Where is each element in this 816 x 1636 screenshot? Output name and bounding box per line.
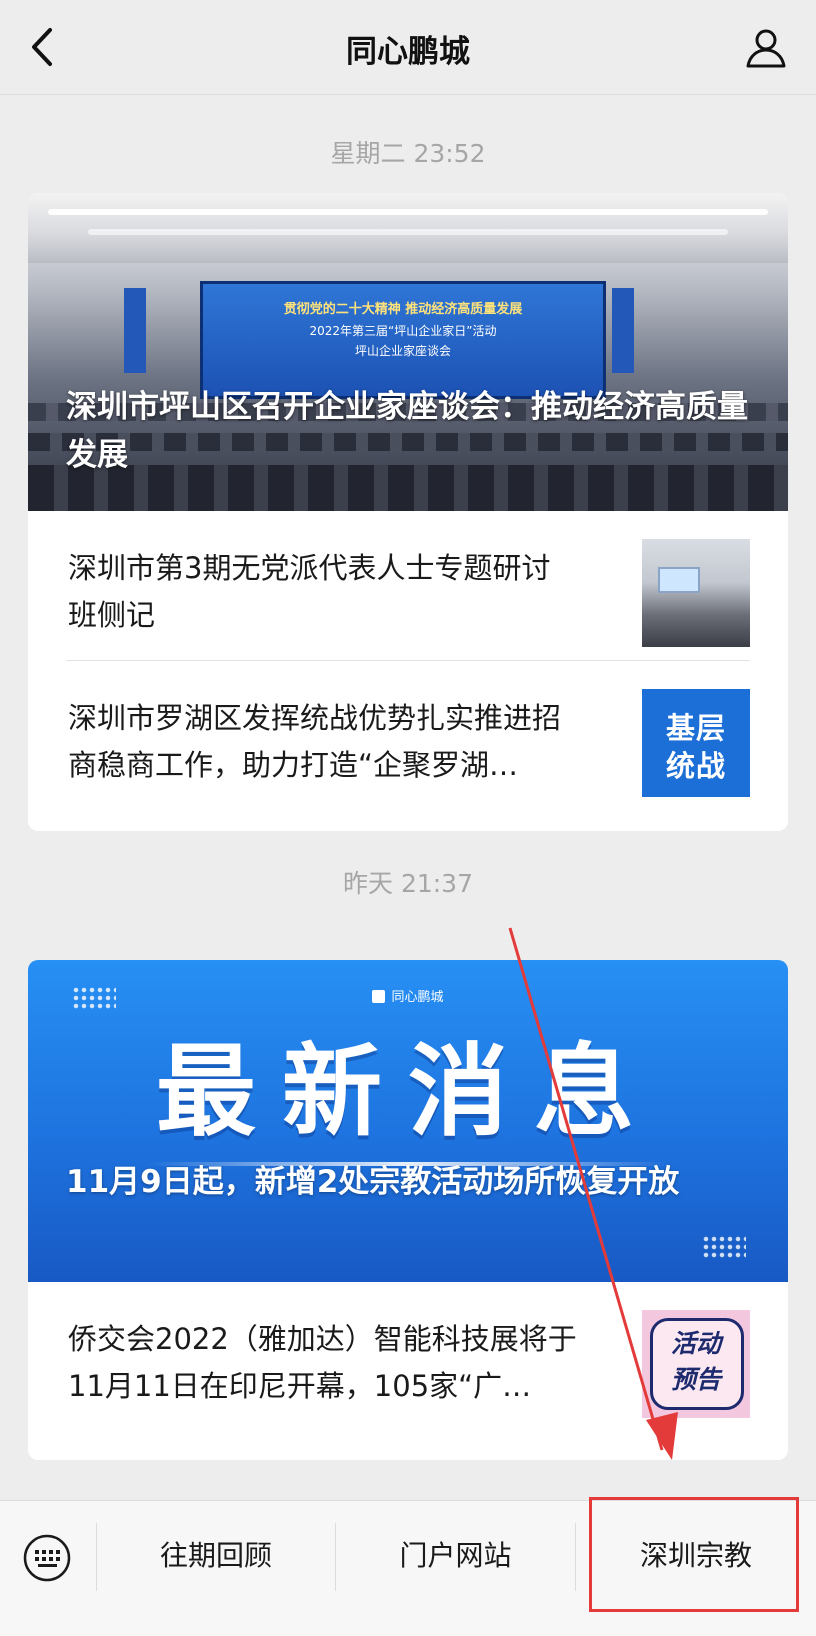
annotation-highlight-box (589, 1497, 799, 1612)
menu-item-past-issues[interactable]: 往期回顾 (97, 1501, 335, 1611)
article-thumbnail (642, 539, 750, 647)
hero-article[interactable]: 贯彻党的二十大精神 推动经济高质量发展 2022年第三届“坪山企业家日”活动 坪… (28, 193, 788, 511)
article-thumbnail: 基层 统战 (642, 689, 750, 797)
hero-article[interactable]: 同心鹏城 最新消息 11月9日起，新增2处宗教活动场所恢复开放 (28, 960, 788, 1282)
thumb-label: 基层 (665, 711, 726, 745)
article-card: 同心鹏城 最新消息 11月9日起，新增2处宗教活动场所恢复开放 侨交会2022（… (28, 960, 788, 1460)
hero-caption: 11月9日起，新增2处宗教活动场所恢复开放 (66, 1164, 680, 1200)
page-title: 同心鹏城 (346, 34, 470, 70)
message-timestamp: 星期二 23:52 (330, 139, 486, 168)
photo-banner-left (124, 288, 146, 373)
stage-screen-line3: 坪山企业家座谈会 (354, 344, 451, 358)
list-item[interactable]: 深圳市第3期无党派代表人士专题研讨班侧记 (28, 511, 788, 661)
stage-screen-line1: 贯彻党的二十大精神 推动经济高质量发展 (283, 302, 523, 317)
brand-logo-icon (372, 990, 386, 1003)
article-card: 贯彻党的二十大精神 推动经济高质量发展 2022年第三届“坪山企业家日”活动 坪… (28, 193, 788, 831)
thumb-screen (658, 567, 700, 593)
top-navbar: 同心鹏城 (0, 0, 816, 95)
photo-ceiling (28, 193, 788, 263)
stage-screen: 贯彻党的二十大精神 推动经济高质量发展 2022年第三届“坪山企业家日”活动 坪… (200, 281, 606, 399)
list-item[interactable]: 深圳市罗湖区发挥统战优势扎实推进招商稳商工作，助力打造“企聚罗湖… 基层 统战 (28, 661, 788, 811)
list-item[interactable]: 侨交会2022（雅加达）智能科技展将于11月11日在印尼开幕，105家“广… 活… (28, 1282, 788, 1460)
hero-headline: 最新消息 (156, 1033, 660, 1150)
brand-name: 同心鹏城 (391, 990, 444, 1005)
article-title: 深圳市第3期无党派代表人士专题研讨班侧记 (68, 551, 551, 632)
article-thumbnail: 活动 预告 (642, 1310, 750, 1418)
article-title: 深圳市罗湖区发挥统战优势扎实推进招商稳商工作，助力打造“企聚罗湖… (68, 701, 562, 782)
thumb-label: 预告 (670, 1365, 721, 1394)
message-timestamp: 昨天 21:37 (343, 869, 473, 898)
menu-item-portal-site[interactable]: 门户网站 (336, 1501, 575, 1611)
thumb-label: 活动 (670, 1329, 721, 1358)
stage-screen-line2: 2022年第三届“坪山企业家日”活动 (309, 324, 497, 338)
profile-icon[interactable] (744, 26, 788, 70)
decor-dots (702, 1235, 746, 1259)
brand-label: 同心鹏城 (28, 986, 788, 1005)
photo-banner-right (612, 288, 634, 373)
article-title: 侨交会2022（雅加达）智能科技展将于11月11日在印尼开幕，105家“广… (68, 1322, 577, 1403)
hero-caption: 深圳市坪山区召开企业家座谈会：推动经济高质量发展 (66, 389, 748, 473)
thumb-label: 统战 (665, 749, 726, 783)
keyboard-icon[interactable] (22, 1533, 72, 1583)
